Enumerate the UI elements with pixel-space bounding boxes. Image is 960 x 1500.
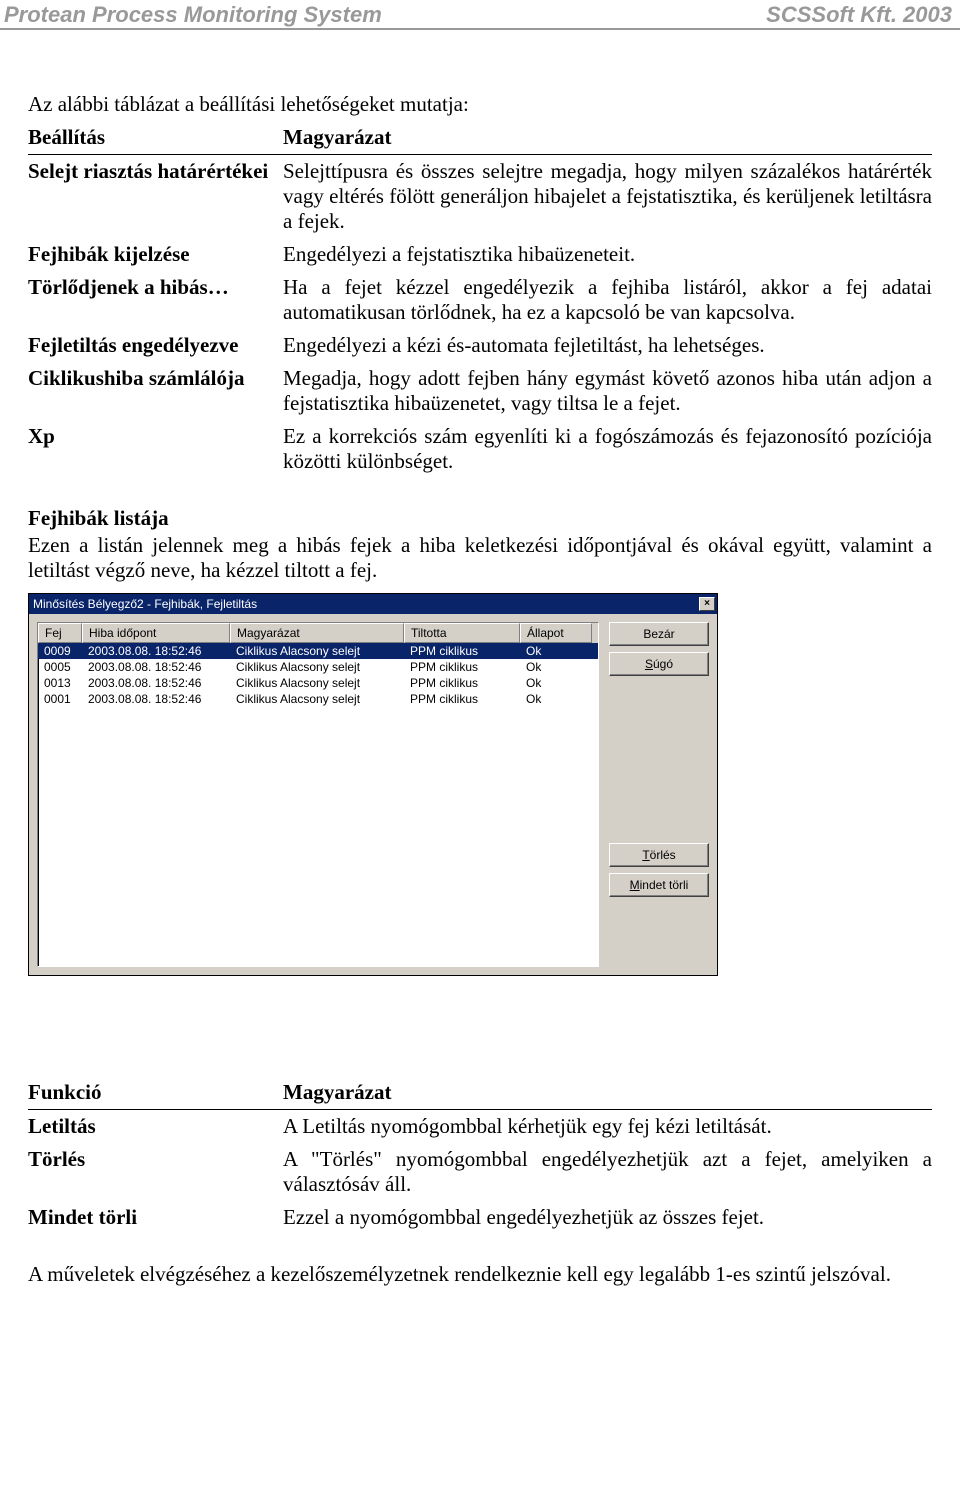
- cell-magy: Ciklikus Alacsony selejt: [230, 643, 404, 659]
- header-left: Protean Process Monitoring System: [4, 2, 382, 28]
- cell-tilt: PPM ciklikus: [404, 675, 520, 691]
- table-row: Xp Ez a korrekciós szám egyenlíti ki a f…: [28, 420, 932, 478]
- func-val: A "Törlés" nyomógombbal engedélyezhetjük…: [283, 1143, 932, 1201]
- table-row: Törlődjenek a hibás… Ha a fejet kézzel e…: [28, 271, 932, 329]
- funcs-head-key: Funkció: [28, 1076, 283, 1110]
- cell-fej: 0001: [38, 691, 82, 707]
- col-magy[interactable]: Magyarázat: [230, 623, 404, 643]
- help-button-label: úgó: [653, 657, 673, 671]
- cell-ido: 2003.08.08. 18:52:46: [82, 691, 230, 707]
- setting-val: Selejttípusra és összes selejtre megadja…: [283, 155, 932, 239]
- setting-val: Engedélyezi a fejstatisztika hibaüzenete…: [283, 238, 932, 271]
- table-row: Fejhibák kijelzése Engedélyezi a fejstat…: [28, 238, 932, 271]
- func-val: Ezzel a nyomógombbal engedélyezhetjük az…: [283, 1201, 932, 1234]
- cell-fej: 0009: [38, 643, 82, 659]
- dialog-title: Minősítés Bélyegző2 - Fejhibák, Fejletil…: [33, 597, 257, 611]
- list-item[interactable]: 0001 2003.08.08. 18:52:46 Ciklikus Alacs…: [38, 691, 598, 707]
- settings-table: Beállítás Magyarázat Selejt riasztás hat…: [28, 121, 932, 478]
- setting-key: Selejt riasztás határértékei: [28, 155, 283, 239]
- header-right: SCSSoft Kft. 2003: [766, 2, 952, 28]
- table-row: Selejt riasztás határértékei Selejttípus…: [28, 155, 932, 239]
- settings-head-val: Magyarázat: [283, 121, 932, 155]
- col-all[interactable]: Állapot: [520, 623, 592, 643]
- delete-all-button[interactable]: Mindet törli: [609, 873, 709, 897]
- setting-val: Megadja, hogy adott fejben hány egymást …: [283, 362, 932, 420]
- table-row: Ciklikushiba számlálója Megadja, hogy ad…: [28, 362, 932, 420]
- page-content: Az alábbi táblázat a beállítási lehetősé…: [0, 30, 960, 1328]
- func-val: A Letiltás nyomógombbal kérhetjük egy fe…: [283, 1110, 932, 1144]
- setting-key: Ciklikushiba számlálója: [28, 362, 283, 420]
- cell-all: Ok: [520, 691, 592, 707]
- cell-fej: 0005: [38, 659, 82, 675]
- table-row: Törlés A "Törlés" nyomógombbal engedélye…: [28, 1143, 932, 1201]
- fejhibak-title: Fejhibák listája: [28, 506, 932, 531]
- cell-tilt: PPM ciklikus: [404, 643, 520, 659]
- table-row: Fejletiltás engedélyezve Engedélyezi a k…: [28, 329, 932, 362]
- intro-text: Az alábbi táblázat a beállítási lehetősé…: [28, 92, 932, 117]
- col-ido[interactable]: Hiba időpont: [82, 623, 230, 643]
- functions-table: Funkció Magyarázat Letiltás A Letiltás n…: [28, 1076, 932, 1234]
- cell-magy: Ciklikus Alacsony selejt: [230, 675, 404, 691]
- delete-button-label: örlés: [650, 848, 676, 862]
- cell-tilt: PPM ciklikus: [404, 691, 520, 707]
- table-row: Letiltás A Letiltás nyomógombbal kérhetj…: [28, 1110, 932, 1144]
- cell-all: Ok: [520, 675, 592, 691]
- list-item[interactable]: 0005 2003.08.08. 18:52:46 Ciklikus Alacs…: [38, 659, 598, 675]
- dialog-titlebar: Minősítés Bélyegző2 - Fejhibák, Fejletil…: [29, 594, 717, 614]
- cell-fej: 0013: [38, 675, 82, 691]
- fejhibak-body: Ezen a listán jelennek meg a hibás fejek…: [28, 533, 932, 583]
- cell-ido: 2003.08.08. 18:52:46: [82, 675, 230, 691]
- cell-all: Ok: [520, 643, 592, 659]
- setting-key: Xp: [28, 420, 283, 478]
- list-panel[interactable]: Fej Hiba időpont Magyarázat Tiltotta Áll…: [37, 622, 599, 967]
- settings-head-key: Beállítás: [28, 121, 283, 155]
- dialog-body: Fej Hiba időpont Magyarázat Tiltotta Áll…: [29, 614, 717, 975]
- close-icon[interactable]: ×: [699, 597, 715, 611]
- setting-val: Ez a korrekciós szám egyenlíti ki a fogó…: [283, 420, 932, 478]
- button-panel: Bezár Súgó Törlés Mindet törli: [609, 622, 709, 897]
- setting-val: Ha a fejet kézzel engedélyezik a fejhiba…: [283, 271, 932, 329]
- cell-ido: 2003.08.08. 18:52:46: [82, 659, 230, 675]
- func-key: Letiltás: [28, 1110, 283, 1144]
- list-item[interactable]: 0013 2003.08.08. 18:52:46 Ciklikus Alacs…: [38, 675, 598, 691]
- setting-key: Törlődjenek a hibás…: [28, 271, 283, 329]
- func-key: Mindet törli: [28, 1201, 283, 1234]
- table-row: Mindet törli Ezzel a nyomógombbal engedé…: [28, 1201, 932, 1234]
- delete-all-button-label: indet törli: [640, 878, 689, 892]
- func-key: Törlés: [28, 1143, 283, 1201]
- col-tilt[interactable]: Tiltotta: [404, 623, 520, 643]
- cell-magy: Ciklikus Alacsony selejt: [230, 691, 404, 707]
- list-item[interactable]: 0009 2003.08.08. 18:52:46 Ciklikus Alacs…: [38, 643, 598, 659]
- spacer: [609, 682, 709, 837]
- setting-key: Fejletiltás engedélyezve: [28, 329, 283, 362]
- cell-magy: Ciklikus Alacsony selejt: [230, 659, 404, 675]
- footer-note: A műveletek elvégzéséhez a kezelőszemély…: [28, 1262, 932, 1287]
- list-header: Fej Hiba időpont Magyarázat Tiltotta Áll…: [38, 623, 598, 643]
- close-button[interactable]: Bezár: [609, 622, 709, 646]
- col-fej[interactable]: Fej: [38, 623, 82, 643]
- page-header: Protean Process Monitoring System SCSSof…: [0, 0, 960, 30]
- funcs-head-val: Magyarázat: [283, 1076, 932, 1110]
- cell-ido: 2003.08.08. 18:52:46: [82, 643, 230, 659]
- delete-button[interactable]: Törlés: [609, 843, 709, 867]
- setting-key: Fejhibák kijelzése: [28, 238, 283, 271]
- cell-all: Ok: [520, 659, 592, 675]
- dialog-fejhibak: Minősítés Bélyegző2 - Fejhibák, Fejletil…: [28, 593, 718, 976]
- cell-tilt: PPM ciklikus: [404, 659, 520, 675]
- setting-val: Engedélyezi a kézi és-automata fejletilt…: [283, 329, 932, 362]
- help-button[interactable]: Súgó: [609, 652, 709, 676]
